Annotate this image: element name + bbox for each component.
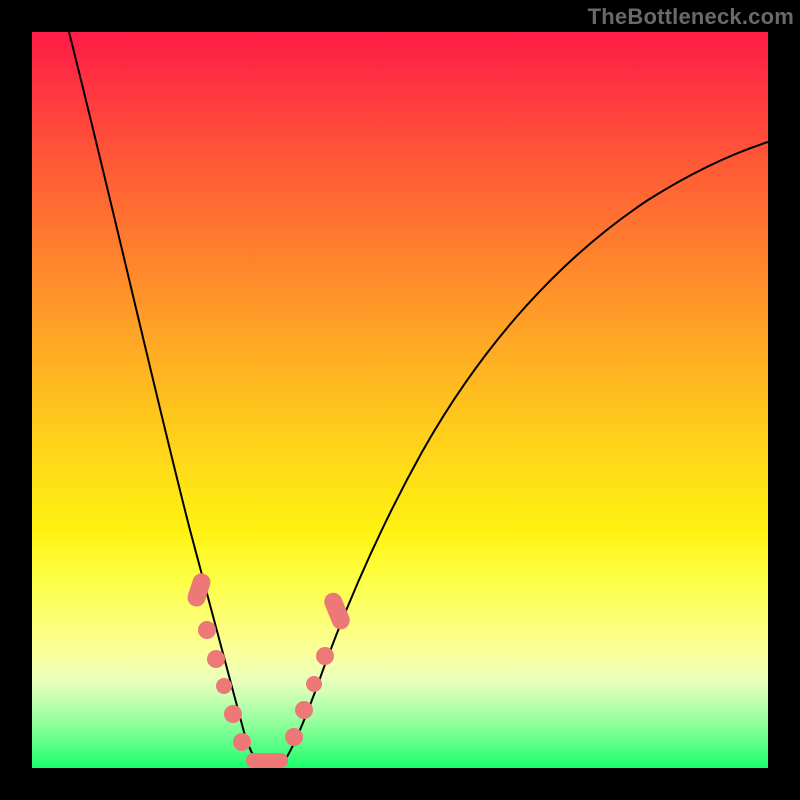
- marker-right-3: [306, 676, 322, 692]
- marker-right-1: [285, 728, 303, 746]
- plot-area: [32, 32, 768, 768]
- curve-right-branch: [280, 142, 768, 768]
- marker-pill-bottom: [246, 753, 288, 768]
- marker-pill-right-top: [322, 590, 353, 632]
- curve-layer: [32, 32, 768, 768]
- marker-right-4: [316, 647, 334, 665]
- marker-left-1: [198, 621, 216, 639]
- marker-left-3: [216, 678, 232, 694]
- marker-left-5: [233, 733, 251, 751]
- watermark-text: TheBottleneck.com: [588, 4, 794, 30]
- marker-left-2: [207, 650, 225, 668]
- marker-right-2: [295, 701, 313, 719]
- chart-frame: TheBottleneck.com: [0, 0, 800, 800]
- curve-left-branch: [69, 32, 263, 768]
- marker-left-4: [224, 705, 242, 723]
